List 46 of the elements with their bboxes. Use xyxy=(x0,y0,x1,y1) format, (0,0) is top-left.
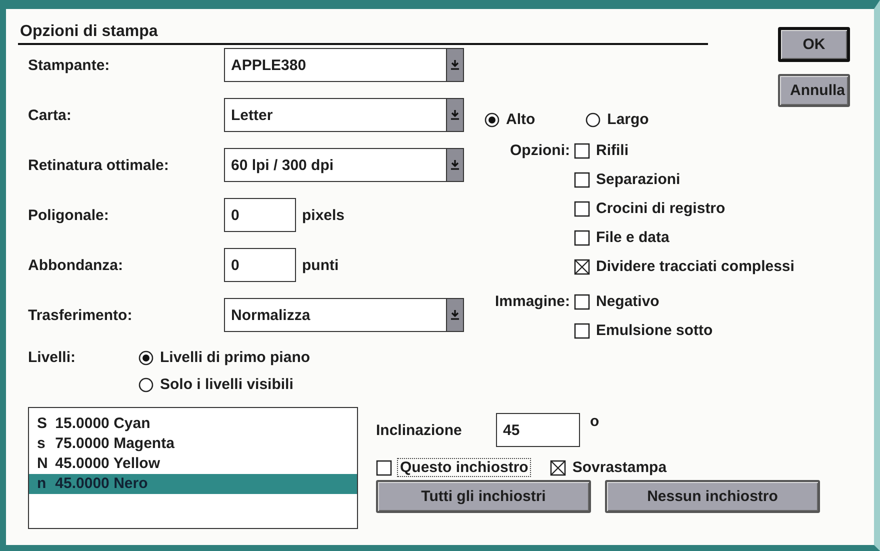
dropdown-arrow-icon xyxy=(450,59,460,71)
ink-list-item[interactable]: N 45.0000 Yellow xyxy=(29,454,357,474)
dialog-button[interactable]: OK xyxy=(778,27,850,62)
levels-label: Livelli: xyxy=(28,349,77,368)
unit-label: pixels xyxy=(302,206,345,224)
input-field[interactable]: 45 xyxy=(496,413,580,447)
dropdown[interactable]: Normalizza xyxy=(224,298,464,332)
dropdown[interactable]: APPLE380 xyxy=(224,48,464,82)
checkbox[interactable]: File e data xyxy=(574,229,794,246)
dialog-button[interactable]: Annulla xyxy=(778,74,850,107)
checkbox[interactable]: Separazioni xyxy=(574,171,794,188)
ink-button[interactable]: Tutti gli inchiostri xyxy=(376,480,591,513)
ink-button[interactable]: Nessun inchiostro xyxy=(605,480,820,513)
checkbox[interactable]: Questo inchiostro xyxy=(376,459,530,476)
dropdown-arrow-icon xyxy=(450,309,460,321)
dropdown[interactable]: 60 lpi / 300 dpi xyxy=(224,148,464,182)
checkbox[interactable]: Rifili xyxy=(574,142,794,159)
dialog-title: Opzioni di stampa xyxy=(18,19,708,45)
ink-list-item[interactable]: n 45.0000 Nero xyxy=(29,474,357,494)
checkbox[interactable]: Sovrastampa xyxy=(550,459,667,476)
field-label: Trasferimento: xyxy=(28,306,134,324)
field-label: Abbondanza: xyxy=(28,256,124,274)
group-label: Immagine: xyxy=(494,293,571,312)
radio-button[interactable]: Largo xyxy=(585,111,649,128)
checkbox[interactable]: Emulsione sotto xyxy=(574,322,713,339)
checkbox[interactable]: Dividere tracciati complessi xyxy=(574,258,794,275)
field-label: Carta: xyxy=(28,106,72,124)
radio-button[interactable]: Livelli di primo piano xyxy=(138,349,310,366)
radio-button[interactable]: Solo i livelli visibili xyxy=(138,376,310,393)
input-field[interactable]: 0 xyxy=(224,198,296,232)
unit-label: punti xyxy=(302,256,339,274)
unit-label: o xyxy=(590,413,600,430)
ink-list-item[interactable]: s 75.0000 Magenta xyxy=(29,434,357,454)
dropdown-arrow-icon xyxy=(450,159,460,171)
input-field[interactable]: 0 xyxy=(224,248,296,282)
angle-label: Inclinazione xyxy=(376,422,463,439)
checkbox[interactable]: Negativo xyxy=(574,293,713,310)
field-label: Retinatura ottimale: xyxy=(28,156,170,174)
group-label: Opzioni: xyxy=(509,142,571,161)
radio-button[interactable]: Alto xyxy=(484,111,536,128)
dropdown-arrow-icon xyxy=(450,109,460,121)
checkbox[interactable]: Crocini di registro xyxy=(574,200,794,217)
ink-list-item[interactable]: S 15.0000 Cyan xyxy=(29,414,357,434)
dropdown[interactable]: Letter xyxy=(224,98,464,132)
field-label: Poligonale: xyxy=(28,206,110,224)
field-label: Stampante: xyxy=(28,56,111,74)
